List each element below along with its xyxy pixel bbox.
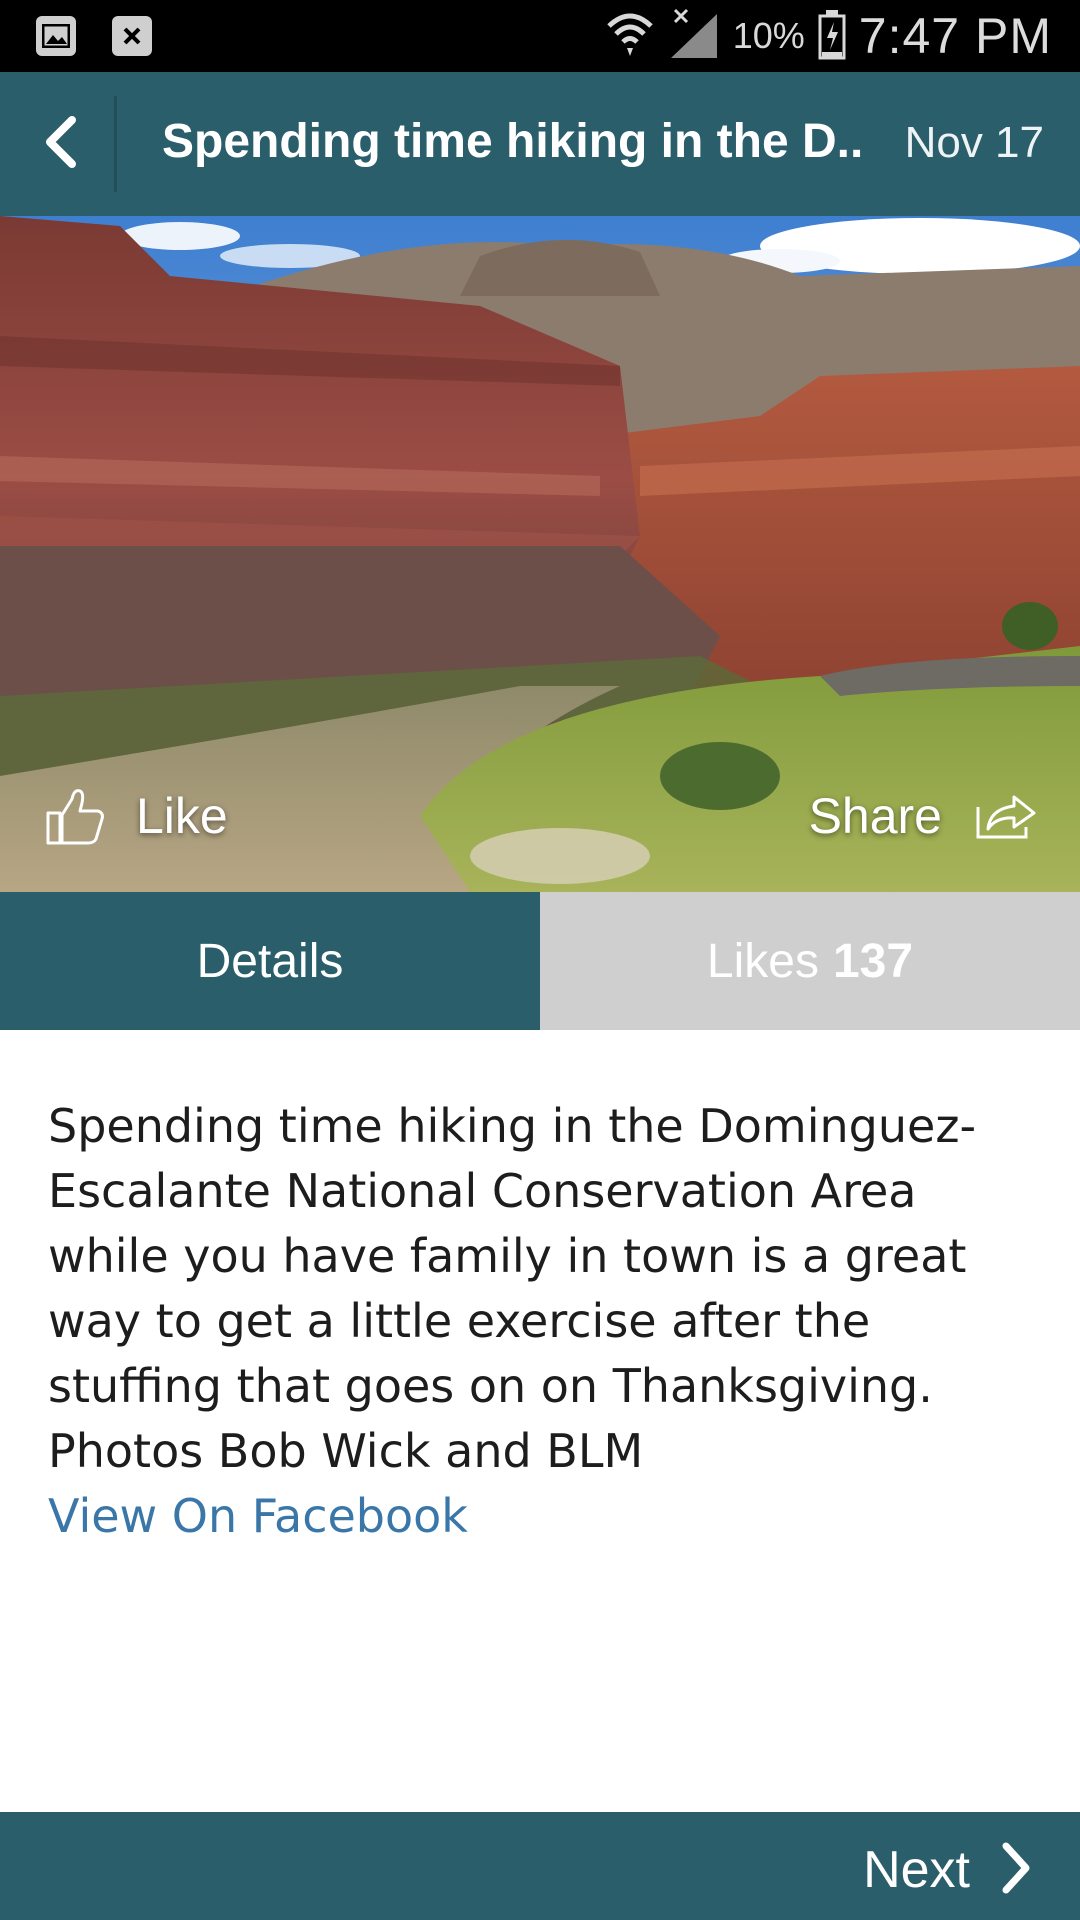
view-on-facebook-link[interactable]: View On Facebook: [48, 1484, 1038, 1549]
tab-details[interactable]: Details: [0, 892, 540, 1030]
wifi-icon: [605, 10, 655, 63]
share-icon: [974, 793, 1038, 839]
share-label: Share: [808, 788, 942, 844]
chevron-left-icon: [42, 115, 78, 173]
post-details: Spending time hiking in the Dominguez-Es…: [48, 1094, 1038, 1549]
like-label: Like: [136, 788, 228, 844]
share-button[interactable]: Share: [809, 776, 1038, 856]
tab-likes-label: Likes: [706, 934, 819, 988]
page-title: Spending time hiking in the D..: [162, 115, 864, 168]
next-button[interactable]: Next: [863, 1822, 1032, 1918]
post-text: Spending time hiking in the Dominguez-Es…: [48, 1099, 977, 1478]
likes-count: 137: [832, 934, 914, 988]
next-label: Next: [863, 1841, 970, 1899]
chevron-right-icon: [1000, 1842, 1032, 1899]
signal-icon: [667, 8, 721, 65]
back-button[interactable]: [20, 96, 100, 192]
status-bar: 10% 7:47 PM: [0, 0, 1080, 72]
post-photo[interactable]: Like Share: [0, 216, 1080, 892]
battery-percent: 10%: [732, 15, 805, 56]
app-bar: Spending time hiking in the D.. Nov 17: [0, 72, 1080, 216]
post-date: Nov 17: [904, 118, 1044, 167]
divider: [114, 96, 117, 192]
tab-bar: Details Likes 137: [0, 892, 1080, 1030]
clock: 7:47 PM: [858, 8, 1052, 64]
like-button[interactable]: Like: [44, 776, 228, 856]
tab-likes[interactable]: Likes 137: [540, 892, 1080, 1030]
tab-details-label: Details: [196, 934, 344, 988]
bottom-bar: Next: [0, 1812, 1080, 1920]
gallery-icon: [36, 16, 76, 56]
close-notification-icon: [112, 16, 152, 56]
thumbs-up-icon: [44, 785, 106, 847]
battery-icon: [817, 8, 847, 65]
